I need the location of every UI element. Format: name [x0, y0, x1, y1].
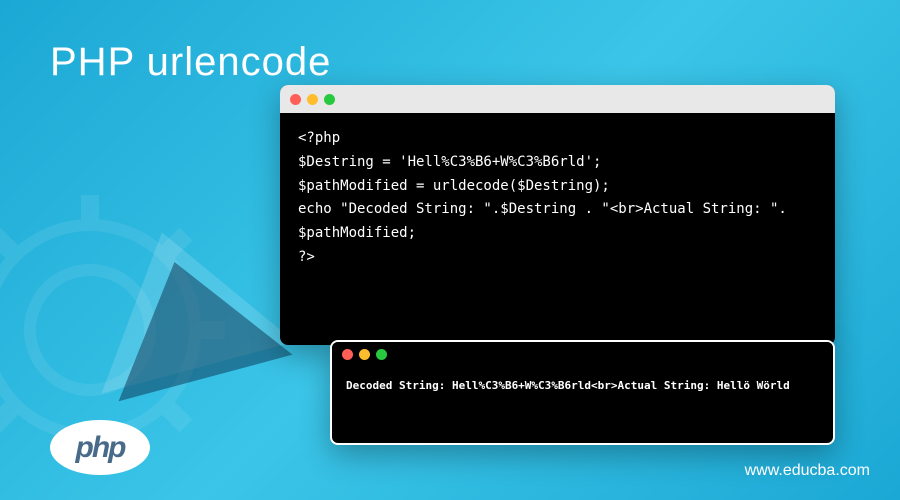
code-line: ?>: [298, 246, 817, 270]
code-line: $pathModified = urldecode($Destring);: [298, 175, 817, 199]
code-content-1: <?php $Destring = 'Hell%C3%B6+W%C3%B6rld…: [280, 113, 835, 284]
php-logo-text: php: [76, 431, 125, 465]
window-titlebar-1: [280, 85, 835, 113]
code-line: <?php: [298, 127, 817, 151]
close-icon[interactable]: [342, 349, 353, 360]
maximize-icon[interactable]: [376, 349, 387, 360]
page-title: PHP urlencode: [50, 40, 331, 85]
code-editor-window-1: <?php $Destring = 'Hell%C3%B6+W%C3%B6rld…: [280, 85, 835, 345]
code-line: $Destring = 'Hell%C3%B6+W%C3%B6rld';: [298, 151, 817, 175]
php-logo: php: [50, 420, 150, 475]
output-line: Decoded String: Hell%C3%B6+W%C3%B6rld<br…: [346, 378, 819, 395]
minimize-icon[interactable]: [307, 94, 318, 105]
close-icon[interactable]: [290, 94, 301, 105]
window-titlebar-2: [332, 342, 833, 366]
output-content: Decoded String: Hell%C3%B6+W%C3%B6rld<br…: [332, 366, 833, 407]
output-window-2: Decoded String: Hell%C3%B6+W%C3%B6rld<br…: [330, 340, 835, 445]
site-url: www.educba.com: [745, 462, 870, 480]
minimize-icon[interactable]: [359, 349, 370, 360]
maximize-icon[interactable]: [324, 94, 335, 105]
code-line: echo "Decoded String: ".$Destring . "<br…: [298, 198, 817, 246]
